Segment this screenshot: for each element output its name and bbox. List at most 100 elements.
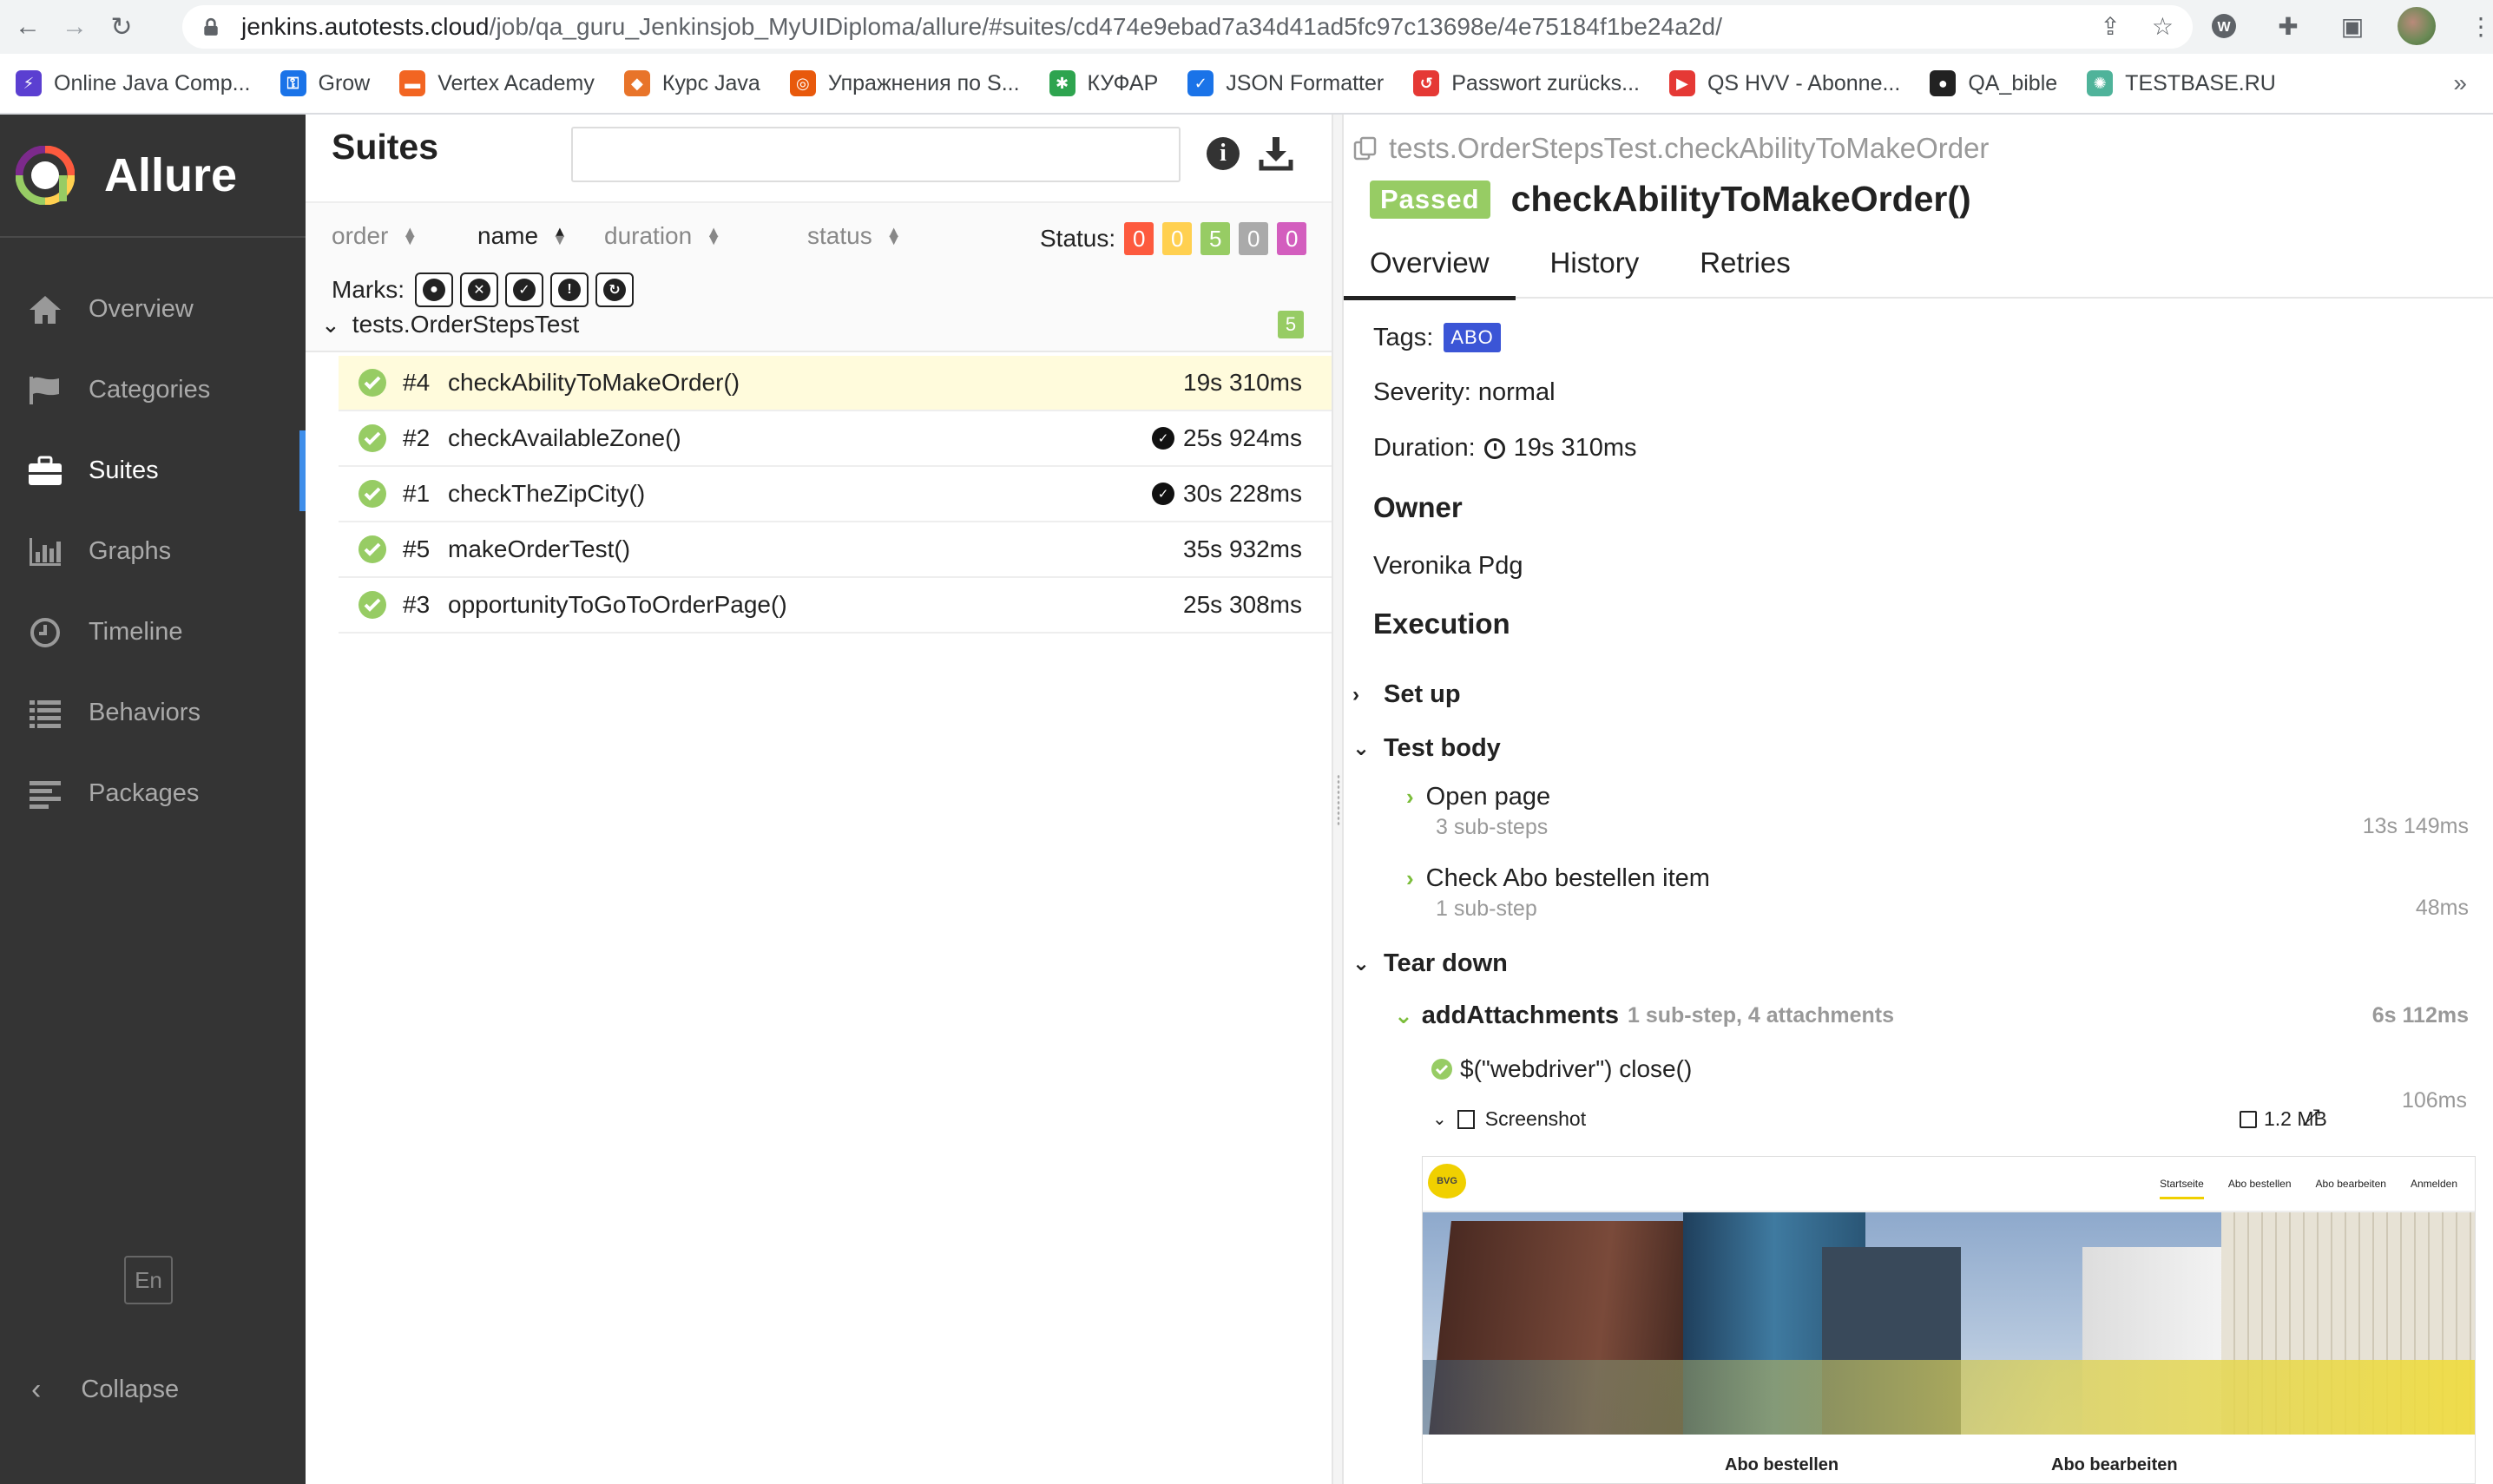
puzzle-icon[interactable]: ✚ [2269, 7, 2307, 45]
flaky-check-icon: ✓ [1152, 427, 1175, 450]
bookmarks-overflow-icon[interactable]: » [2453, 69, 2467, 97]
tear-down-label: Tear down [1384, 949, 1508, 977]
test-row[interactable]: #3 opportunityToGoToOrderPage() 25s 308ms [339, 578, 1332, 634]
bookmark-item[interactable]: ✱ КУФАР [1049, 70, 1158, 96]
menu-icon[interactable]: ⋮ [2462, 7, 2493, 45]
step-open-page[interactable]: › Open page 3 sub-steps 13s 149ms [1406, 783, 2469, 840]
step-duration: 106ms [2401, 1088, 2467, 1113]
status-count-badge[interactable]: 0 [1277, 222, 1307, 255]
test-row[interactable]: #5 makeOrderTest() 35s 932ms [339, 522, 1332, 578]
status-count-badge[interactable]: 0 [1239, 222, 1269, 255]
bookmark-item[interactable]: ↺ Passwort zurücks... [1413, 70, 1640, 96]
status-count-badge[interactable]: 5 [1200, 222, 1231, 255]
duration-row: Duration: 19s 310ms [1373, 434, 1637, 463]
github-icon: ● [1930, 70, 1957, 96]
suite-group-count: 5 [1278, 311, 1304, 338]
address-bar[interactable]: jenkins.autotests.cloud/job/qa_guru_Jenk… [182, 5, 2193, 49]
passed-icon [358, 369, 386, 397]
vertex-icon: ▬ [399, 70, 426, 96]
sidebar-item-suites[interactable]: Suites [0, 430, 306, 511]
collapse-button[interactable]: ‹ Collapse [31, 1373, 179, 1407]
language-switch[interactable]: En [124, 1256, 173, 1304]
bookmark-item[interactable]: ◆ Курс Java [623, 70, 760, 96]
copy-icon[interactable] [1352, 135, 1378, 161]
screenshot-preview[interactable]: BVG Startseite Abo bestellen Abo bearbeite… [1422, 1156, 2476, 1484]
setup-section[interactable]: › Set up [1352, 680, 1461, 709]
passed-icon [1431, 1059, 1452, 1080]
bookmark-item[interactable]: ✓ JSON Formatter [1187, 70, 1384, 96]
sidebar-item-behaviors[interactable]: Behaviors [0, 673, 306, 753]
star-icon[interactable]: ☆ [2152, 12, 2174, 41]
download-icon[interactable] [1259, 134, 1293, 172]
sort-status[interactable]: status ▲ ▼ [807, 222, 902, 250]
bookmark-item[interactable]: ✺ TESTBASE.RU [2087, 70, 2276, 96]
test-body-label: Test body [1384, 734, 1501, 762]
test-body-section[interactable]: ⌄ Test body [1352, 734, 1501, 763]
sidebar-item-categories[interactable]: Categories [0, 350, 306, 430]
bookmark-item[interactable]: ◎ Упражнения по S... [789, 70, 1020, 96]
severity: Severity: normal [1373, 378, 1556, 406]
sort-order[interactable]: order ▲ ▼ [332, 222, 418, 250]
info-icon[interactable]: i [1207, 137, 1240, 170]
share-icon[interactable]: ⇪ [2100, 12, 2120, 41]
brand[interactable]: Allure [0, 115, 306, 238]
avatar[interactable] [2398, 7, 2436, 45]
status-count-badge[interactable]: 0 [1124, 222, 1154, 255]
bookmark-item[interactable]: ⚡ Online Java Comp... [16, 70, 251, 96]
attachment-screenshot[interactable]: ⌄ Screenshot [1432, 1107, 2326, 1131]
test-duration: 30s 228ms [1183, 480, 1302, 507]
status-badge: Passed [1370, 180, 1490, 219]
step-webdriver-close[interactable]: $("webdriver") close() [1431, 1055, 1692, 1083]
test-name: checkAbilityToMakeOrder() [448, 369, 740, 396]
search-input[interactable] [571, 127, 1181, 182]
extension-w-icon[interactable]: W [2205, 7, 2243, 45]
preview-labels: Abo bestellen Abo bearbeiten [1423, 1435, 2475, 1483]
sidebar-item-label: Behaviors [89, 699, 201, 726]
sort-duration[interactable]: duration ▲ ▼ [604, 222, 721, 250]
owner-heading: Owner [1373, 491, 1463, 523]
status-count-badge[interactable]: 0 [1162, 222, 1193, 255]
sidebar-item-timeline[interactable]: Timeline [0, 592, 306, 673]
bookmark-item[interactable]: ⚿ Grow [280, 70, 370, 96]
test-name: opportunityToGoToOrderPage() [448, 591, 787, 618]
test-row[interactable]: #1 checkTheZipCity() ✓ 30s 228ms [339, 467, 1332, 522]
briefcase-icon [26, 452, 64, 490]
bookmark-item[interactable]: ● QA_bible [1930, 70, 2057, 96]
tab-history[interactable]: History [1524, 243, 1666, 299]
sidebar-item-overview[interactable]: Overview [0, 269, 306, 350]
sidebar-item-packages[interactable]: Packages [0, 753, 306, 834]
sort-arrows-icon: ▲ ▼ [402, 223, 418, 248]
bookmark-label: QS HVV - Abonne... [1707, 70, 1901, 95]
sort-name[interactable]: name ▲ ▼ [477, 222, 568, 250]
bookmark-item[interactable]: ▶ QS HVV - Abonne... [1668, 70, 1901, 96]
step-add-attachments[interactable]: ⌄ addAttachments 1 sub-step, 4 attachmen… [1394, 1001, 2469, 1030]
step-check-abo[interactable]: › Check Abo bestellen item 1 sub-step 48m… [1406, 864, 2469, 922]
preview-label: Abo bestellen [1725, 1455, 1839, 1474]
reload-icon[interactable]: ↻ [102, 8, 141, 46]
suite-group[interactable]: ⌄ tests.OrderStepsTest 5 [306, 297, 1332, 352]
flaky-check-icon: ✓ [1152, 483, 1175, 505]
gear-icon: ✺ [2087, 70, 2114, 96]
pane-splitter[interactable] [1332, 115, 1344, 1484]
tab-overview[interactable]: Overview [1344, 243, 1516, 300]
step-name: Open page [1425, 783, 1551, 811]
sidebar-item-label: Packages [89, 779, 200, 807]
test-row[interactable]: #2 checkAvailableZone() ✓ 25s 924ms [339, 411, 1332, 467]
test-list: #4 checkAbilityToMakeOrder() 19s 310ms #2 ch… [339, 356, 1332, 634]
test-row[interactable]: #4 checkAbilityToMakeOrder() 19s 310ms [339, 356, 1332, 411]
expand-icon[interactable]: ⤢ [2302, 1104, 2320, 1132]
sidebar-item-graphs[interactable]: Graphs [0, 511, 306, 592]
bookmarks-bar: ⚡ Online Java Comp... ⚿ Grow ▬ Vertex Academy… [0, 54, 2493, 115]
sidepanel-icon[interactable]: ▣ [2333, 7, 2371, 45]
sidebar-item-label: Categories [89, 376, 211, 404]
suites-pane: Suites i order ▲ ▼ name ▲ ▼ duration ▲ ▼ statu… [306, 115, 1332, 1484]
tear-down-section[interactable]: ⌄ Tear down [1352, 949, 1508, 978]
bookmark-item[interactable]: ▬ Vertex Academy [399, 70, 595, 96]
back-icon[interactable]: ← [9, 8, 47, 46]
forward-icon[interactable]: → [56, 8, 94, 46]
test-number: #2 [403, 424, 431, 451]
passed-icon [358, 480, 386, 508]
chevron-right-icon: › [1406, 784, 1414, 810]
tab-retries[interactable]: Retries [1674, 243, 1817, 299]
detail-tabs: Overview History Retries [1344, 243, 2493, 300]
